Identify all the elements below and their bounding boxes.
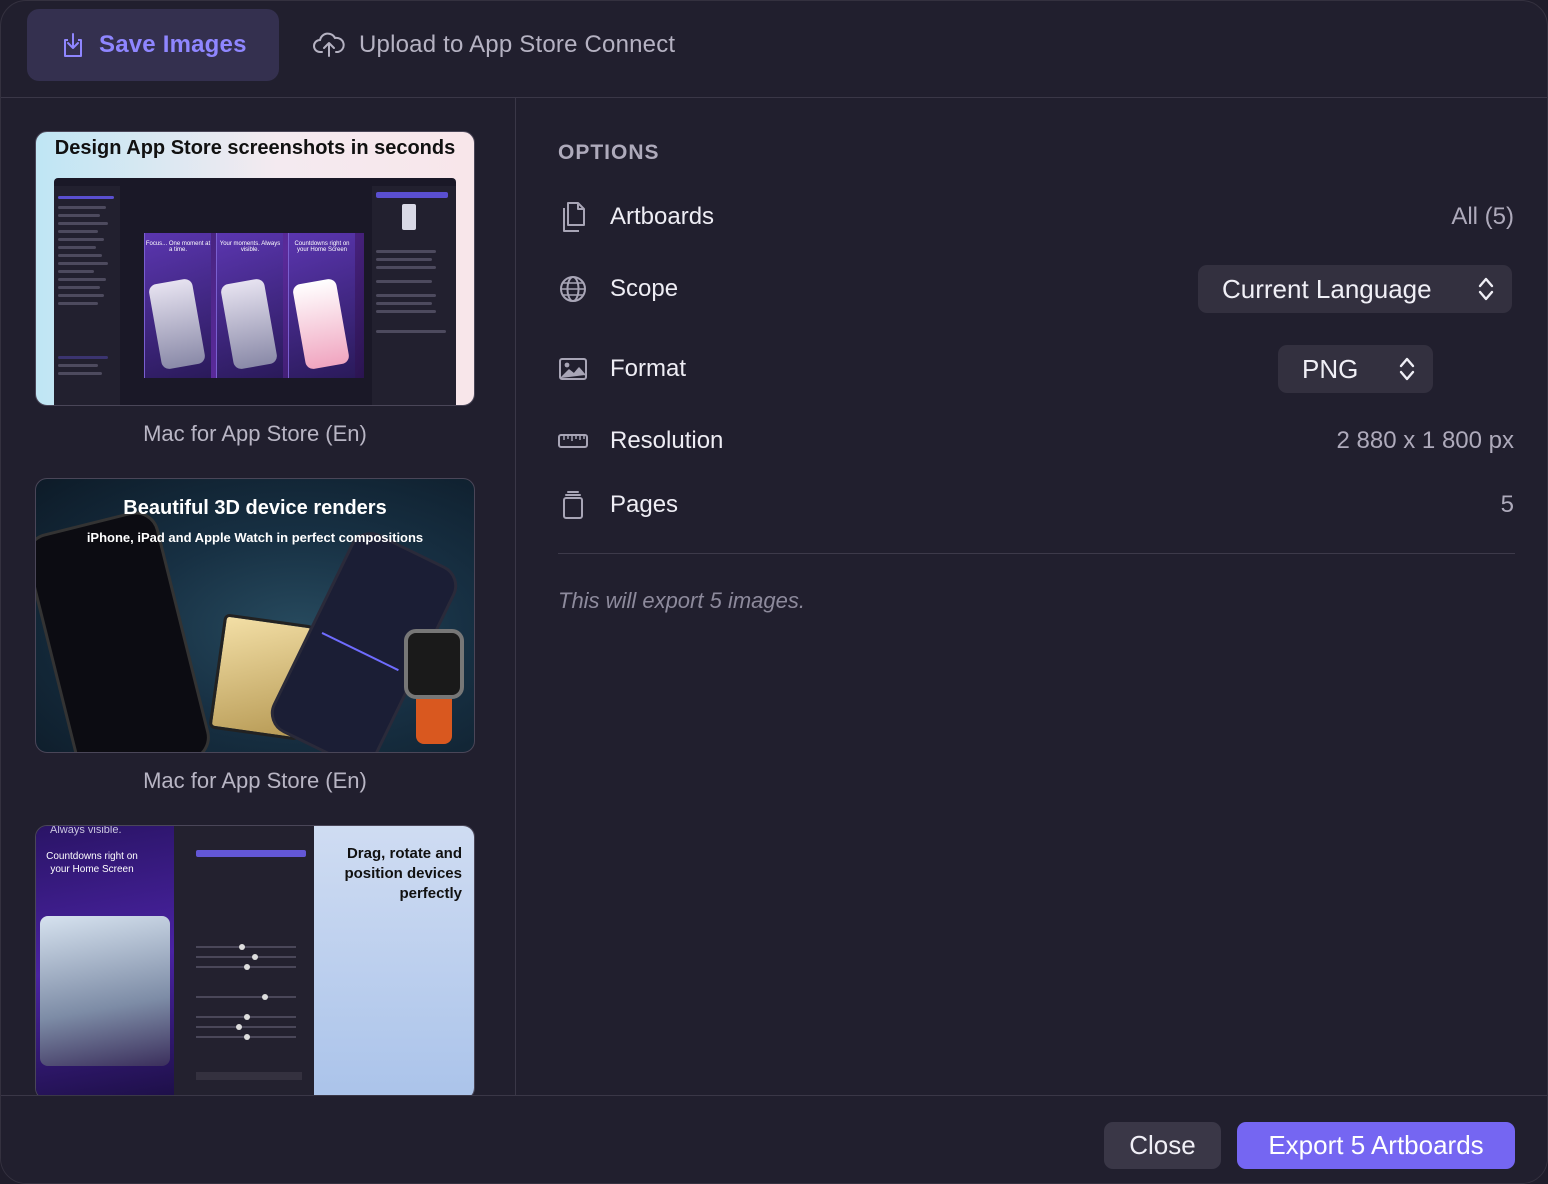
options-divider	[558, 553, 1515, 554]
preview-3-right-text: Drag, rotate and position devices perfec…	[344, 845, 462, 902]
documents-icon	[563, 202, 585, 232]
tab-upload-app-store[interactable]: Upload to App Store Connect	[293, 9, 733, 81]
pages-icon	[563, 491, 583, 519]
globe-icon	[560, 276, 586, 302]
artboard-preview-3[interactable]: Always visible. Countdowns right on your…	[35, 825, 475, 1095]
up-down-chevron-icon	[1399, 357, 1415, 381]
artboard-preview-1[interactable]: Design App Store screenshots in seconds	[35, 131, 475, 406]
image-icon	[559, 358, 587, 380]
preview-1-app-window: Focus... One moment at a time. Your mome…	[54, 178, 456, 405]
export-artboards-button[interactable]: Export 5 Artboards	[1237, 1122, 1515, 1169]
export-summary-note: This will export 5 images.	[558, 588, 805, 613]
preview-2-subheadline: iPhone, iPad and Apple Watch in perfect …	[86, 530, 424, 545]
preview-2-headline: Beautiful 3D device renders	[123, 497, 387, 519]
preview-3-left-text: Countdowns right on your Home Screen	[46, 851, 138, 875]
export-dialog: Save Images Upload to App Store Connect …	[0, 0, 1548, 1184]
tab-bar: Save Images Upload to App Store Connect	[1, 1, 1547, 98]
tab-upload-label: Upload to App Store Connect	[359, 31, 676, 58]
resolution-label: Resolution	[610, 427, 724, 454]
format-select-value: PNG	[1302, 353, 1359, 384]
resolution-value: 2 880 x 1 800 px	[1336, 427, 1514, 454]
option-pages: Pages 5	[558, 482, 1514, 528]
pages-value: 5	[1500, 491, 1514, 518]
preview-3-top-text: Always visible.	[50, 825, 122, 836]
option-resolution: Resolution 2 880 x 1 800 px	[558, 418, 1514, 464]
preview-2-watch	[404, 629, 464, 699]
preview-1-canvas: Focus... One moment at a time. Your mome…	[144, 233, 364, 378]
cloud-upload-icon	[313, 32, 345, 57]
preview-1-caption: Mac for App Store (En)	[143, 421, 367, 446]
preview-2-caption: Mac for App Store (En)	[143, 768, 367, 793]
options-section-title: OPTIONS	[558, 141, 660, 164]
option-artboards: Artboards All (5)	[558, 194, 1514, 240]
scope-select-value: Current Language	[1222, 273, 1432, 304]
up-down-chevron-icon	[1478, 277, 1494, 301]
preview-1-headline: Design App Store screenshots in seconds	[54, 137, 456, 159]
tab-save-images-label: Save Images	[99, 31, 247, 58]
pages-label: Pages	[610, 491, 679, 518]
tab-save-images[interactable]: Save Images	[27, 9, 279, 81]
artboards-value: All (5)	[1451, 203, 1514, 230]
close-button[interactable]: Close	[1104, 1122, 1221, 1169]
artboards-label: Artboards	[610, 203, 715, 230]
options-panel: OPTIONS Artboards All (5) Scope Current …	[516, 98, 1547, 1095]
scope-select[interactable]: Current Language	[1198, 265, 1512, 313]
preview-list[interactable]: Design App Store screenshots in seconds	[1, 98, 516, 1095]
dialog-footer: Close Export 5 Artboards	[1, 1095, 1547, 1183]
artboard-preview-2[interactable]: Beautiful 3D device renders iPhone, iPad…	[35, 478, 475, 753]
format-select[interactable]: PNG	[1278, 345, 1433, 393]
download-tray-icon	[64, 33, 82, 57]
ruler-icon	[558, 434, 588, 448]
